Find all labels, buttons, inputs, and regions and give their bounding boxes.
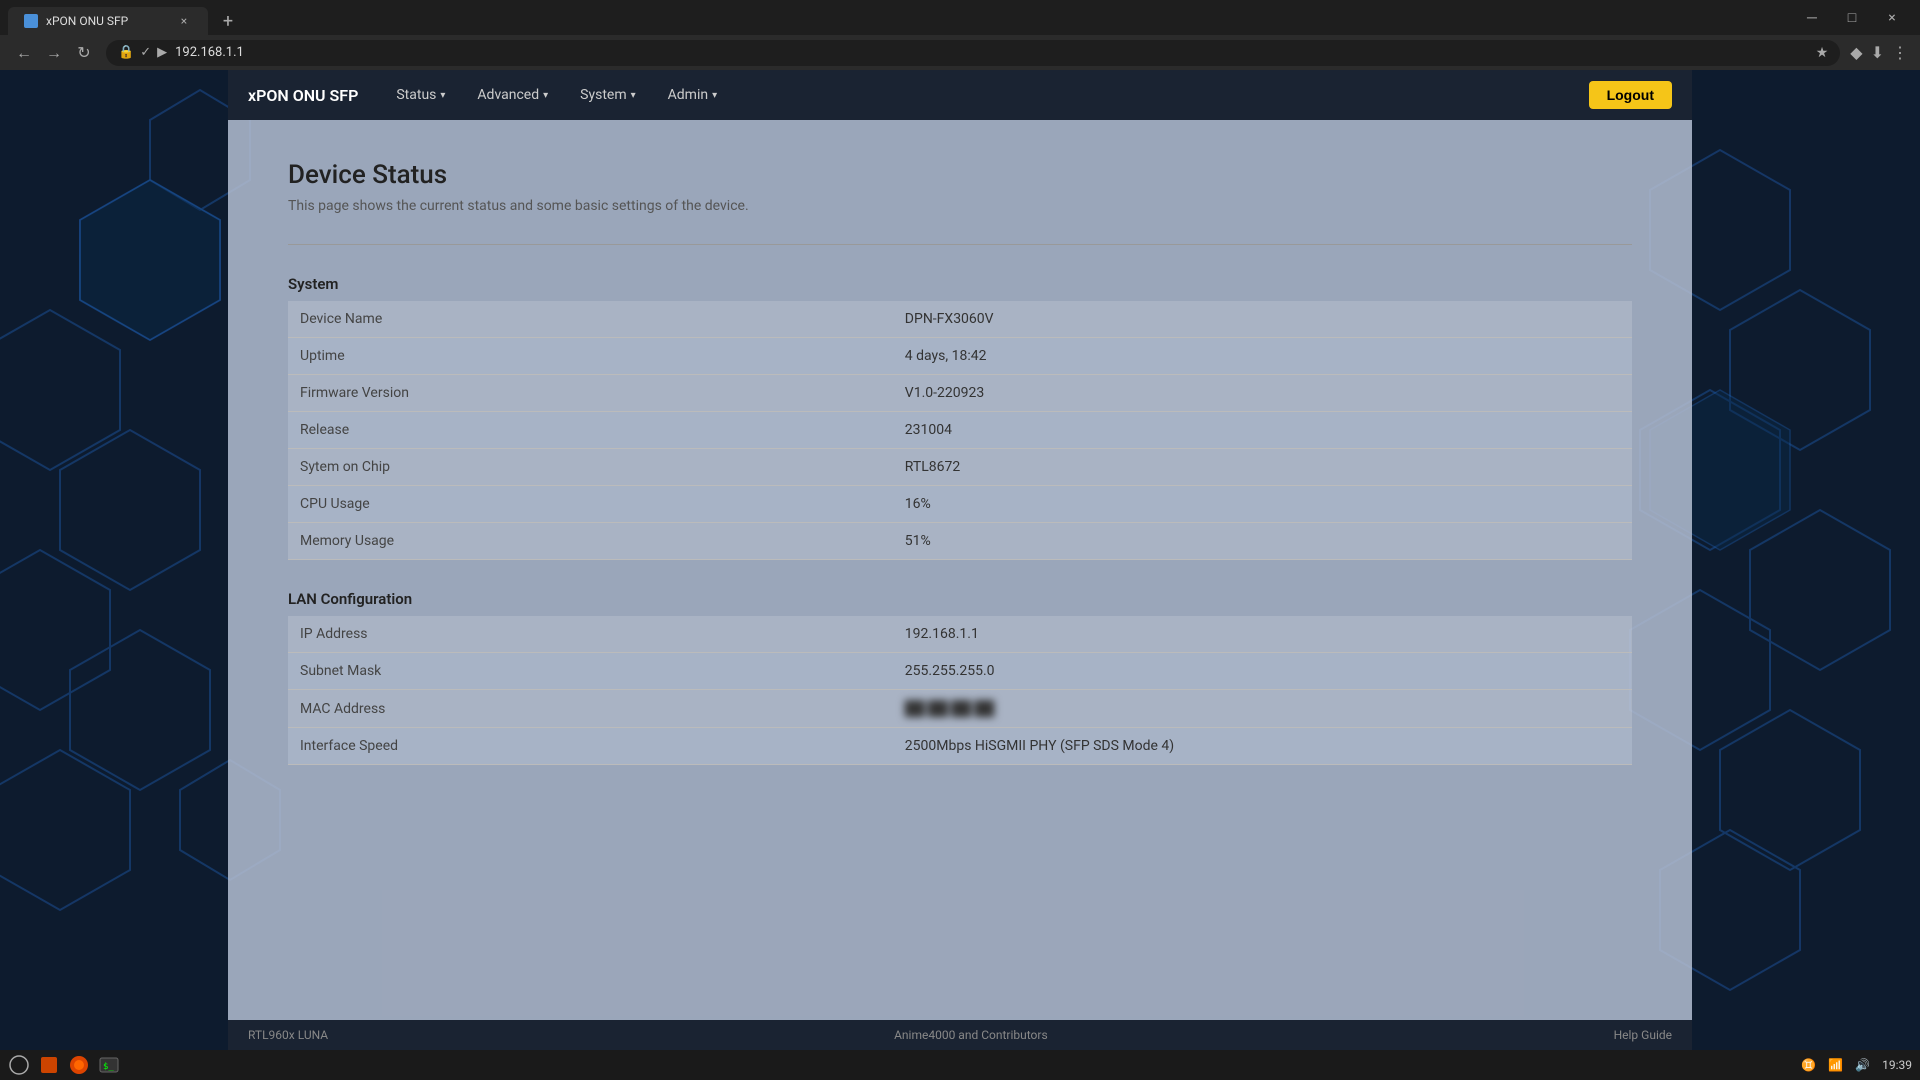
- bookmark-icon[interactable]: ★: [1816, 45, 1829, 61]
- row-label: IP Address: [288, 616, 893, 653]
- row-label: Subnet Mask: [288, 653, 893, 690]
- page-subtitle: This page shows the current status and s…: [288, 198, 1632, 214]
- table-row: Device NameDPN-FX3060V: [288, 301, 1632, 338]
- system-section-title: System: [288, 275, 1632, 293]
- browser-tab[interactable]: xPON ONU SFP ×: [8, 7, 208, 35]
- table-row: Sytem on ChipRTL8672: [288, 449, 1632, 486]
- table-row: Uptime4 days, 18:42: [288, 338, 1632, 375]
- table-row: IP Address192.168.1.1: [288, 616, 1632, 653]
- row-value: 2500Mbps HiSGMII PHY (SFP SDS Mode 4): [893, 728, 1632, 765]
- row-value: 192.168.1.1: [893, 616, 1632, 653]
- status-chevron-icon: ▾: [440, 90, 445, 101]
- taskbar-terminal-icon[interactable]: $_: [98, 1054, 120, 1076]
- row-value: 255.255.255.0: [893, 653, 1632, 690]
- system-chevron-icon: ▾: [631, 90, 636, 101]
- page-content: Device Status This page shows the curren…: [228, 120, 1692, 1050]
- table-row: Firmware VersionV1.0-220923: [288, 375, 1632, 412]
- tab-close-btn[interactable]: ×: [176, 13, 192, 29]
- nav-item-admin[interactable]: Admin ▾: [654, 81, 731, 109]
- footer-left: RTL960x LUNA: [248, 1028, 328, 1042]
- logout-button[interactable]: Logout: [1589, 81, 1672, 109]
- admin-chevron-icon: ▾: [712, 90, 717, 101]
- row-label: Interface Speed: [288, 728, 893, 765]
- security-icon: 🔒: [118, 45, 134, 60]
- row-label: CPU Usage: [288, 486, 893, 523]
- row-label: Release: [288, 412, 893, 449]
- footer-right: Help Guide: [1614, 1028, 1672, 1042]
- navbar: xPON ONU SFP Status ▾ Advanced ▾ System …: [228, 70, 1692, 120]
- page-title: Device Status: [288, 160, 1632, 190]
- row-value: 4 days, 18:42: [893, 338, 1632, 375]
- reload-button[interactable]: ↻: [72, 41, 96, 65]
- row-value: DPN-FX3060V: [893, 301, 1632, 338]
- nav-item-status[interactable]: Status ▾: [382, 81, 459, 109]
- row-label: Uptime: [288, 338, 893, 375]
- maximize-button[interactable]: □: [1832, 0, 1872, 35]
- close-button[interactable]: ×: [1872, 0, 1912, 35]
- shield-icon: ✓: [140, 45, 151, 60]
- row-value: V1.0-220923: [893, 375, 1632, 412]
- tab-title: xPON ONU SFP: [46, 14, 168, 28]
- table-row: Interface Speed2500Mbps HiSGMII PHY (SFP…: [288, 728, 1632, 765]
- table-row: Memory Usage51%: [288, 523, 1632, 560]
- menu-icon[interactable]: ⋮: [1892, 43, 1908, 62]
- table-row: Release231004: [288, 412, 1632, 449]
- table-row: MAC Address██:██:██:██: [288, 690, 1632, 728]
- footer-center: Anime4000 and Contributors: [894, 1028, 1048, 1042]
- taskbar-audio-icon: 🔊: [1855, 1058, 1870, 1072]
- tab-favicon: [24, 14, 38, 28]
- address-text: 192.168.1.1: [175, 45, 1808, 60]
- downloads-icon[interactable]: ⬇: [1871, 43, 1884, 62]
- nav-menu: Status ▾ Advanced ▾ System ▾ Admin ▾: [382, 81, 1588, 109]
- navbar-brand: xPON ONU SFP: [248, 86, 358, 105]
- taskbar-browser-icon[interactable]: [68, 1054, 90, 1076]
- taskbar-network-signal-icon: 📶: [1828, 1058, 1843, 1072]
- nav-item-advanced[interactable]: Advanced ▾: [463, 81, 562, 109]
- table-row: Subnet Mask255.255.255.0: [288, 653, 1632, 690]
- row-label: Sytem on Chip: [288, 449, 893, 486]
- row-value: 51%: [893, 523, 1632, 560]
- row-label: Device Name: [288, 301, 893, 338]
- row-value: 231004: [893, 412, 1632, 449]
- taskbar: $_ ♊ 📶 🔊 19:39: [0, 1050, 1920, 1080]
- lan-section-title: LAN Configuration: [288, 590, 1632, 608]
- forward-button[interactable]: →: [42, 41, 66, 65]
- address-bar[interactable]: 🔒 ✓ ▶ 192.168.1.1 ★: [106, 40, 1840, 66]
- minimize-button[interactable]: ─: [1792, 0, 1832, 35]
- row-value: ██:██:██:██: [893, 690, 1632, 728]
- vpn-icon: ▶: [157, 45, 167, 60]
- section-divider: [288, 244, 1632, 245]
- system-table: Device NameDPN-FX3060VUptime4 days, 18:4…: [288, 301, 1632, 560]
- row-label: Firmware Version: [288, 375, 893, 412]
- taskbar-time: 19:39: [1882, 1058, 1912, 1072]
- taskbar-files-icon[interactable]: [38, 1054, 60, 1076]
- table-row: CPU Usage16%: [288, 486, 1632, 523]
- row-label: Memory Usage: [288, 523, 893, 560]
- nav-item-system[interactable]: System ▾: [566, 81, 649, 109]
- lan-table: IP Address192.168.1.1Subnet Mask255.255.…: [288, 616, 1632, 765]
- back-button[interactable]: ←: [12, 41, 36, 65]
- row-value: 16%: [893, 486, 1632, 523]
- page-footer: RTL960x LUNA Anime4000 and Contributors …: [228, 1020, 1692, 1050]
- svg-text:$_: $_: [103, 1062, 114, 1072]
- new-tab-button[interactable]: +: [214, 7, 242, 35]
- taskbar-network-icon: ♊: [1801, 1058, 1816, 1072]
- row-label: MAC Address: [288, 690, 893, 728]
- row-value: RTL8672: [893, 449, 1632, 486]
- advanced-chevron-icon: ▾: [543, 90, 548, 101]
- extensions-icon[interactable]: ◆: [1850, 43, 1862, 62]
- taskbar-apps-icon[interactable]: [8, 1054, 30, 1076]
